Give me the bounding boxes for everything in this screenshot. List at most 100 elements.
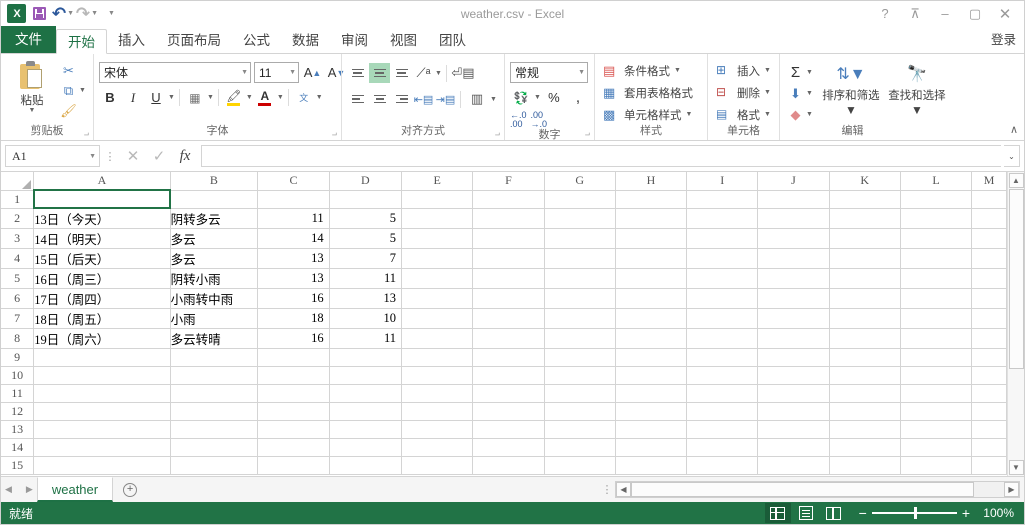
delete-cells-button[interactable]: ⊟ 删除 ▼ [713,82,774,103]
column-header-a[interactable]: A [33,172,171,191]
previous-sheet-button[interactable]: ◀ [5,484,12,495]
cell-J5[interactable] [757,268,830,289]
cell-C9[interactable] [257,348,330,367]
cell-J11[interactable] [757,384,830,403]
zoom-out-button[interactable]: − [859,506,867,520]
row-header-5[interactable]: 5 [1,268,35,289]
page-layout-view-button[interactable] [793,503,819,523]
cell-M6[interactable] [971,288,1007,309]
column-header-d[interactable]: D [329,172,403,191]
row-header-14[interactable]: 14 [1,438,35,457]
ribbon-display-options-button[interactable]: ⊼ [900,3,930,25]
scroll-right-button[interactable]: ▶ [1004,482,1019,497]
cell-L11[interactable] [900,384,973,403]
row-header-2[interactable]: 2 [1,208,35,229]
row-header-11[interactable]: 11 [1,384,35,403]
insert-cells-button[interactable]: ⊞ 插入 ▼ [713,60,774,81]
cell-B7[interactable]: 小雨 [170,308,259,329]
cell-E8[interactable] [401,328,474,349]
tab-formulas[interactable]: 公式 [232,28,281,53]
cell-I5[interactable] [686,268,759,289]
cell-L15[interactable] [900,456,973,475]
chevron-down-icon[interactable]: ▼ [207,94,214,101]
font-size-input[interactable]: 11 ▼ [254,62,299,83]
cell-E2[interactable] [401,208,474,229]
cell-I10[interactable] [686,366,759,385]
cell-I8[interactable] [686,328,759,349]
sort-filter-button[interactable]: ⇅▼ 排序和筛选 ▼ [821,61,881,117]
align-center-button[interactable] [369,89,390,109]
chevron-down-icon[interactable]: ▼ [168,94,175,101]
cell-B5[interactable]: 阴转小雨 [170,268,259,289]
cell-B3[interactable]: 多云 [170,228,259,249]
cell-A9[interactable] [33,348,171,367]
tab-team[interactable]: 团队 [428,28,477,53]
customize-qat-button[interactable]: ▼ [100,3,122,25]
cell-D9[interactable] [329,348,403,367]
cell-F4[interactable] [472,248,545,269]
cell-I2[interactable] [686,208,759,229]
zoom-level-label[interactable]: 100% [972,506,1014,520]
cell-M4[interactable] [971,248,1007,269]
cell-G11[interactable] [544,384,616,403]
insert-function-button[interactable]: fx [172,145,198,167]
number-dialog-launcher[interactable] [581,130,590,139]
comma-style-button[interactable]: , [567,87,589,108]
conditional-formatting-button[interactable]: ▤ 条件格式 ▼ [600,60,684,81]
cell-A11[interactable] [33,384,171,403]
cell-I12[interactable] [686,402,759,421]
format-painter-button[interactable]: 🖌 [58,101,88,120]
cell-J9[interactable] [757,348,830,367]
cell-L8[interactable] [900,328,973,349]
cell-K11[interactable] [829,384,901,403]
cell-D1[interactable] [329,190,403,209]
cell-M12[interactable] [971,402,1007,421]
cell-K15[interactable] [829,456,901,475]
alignment-dialog-launcher[interactable] [491,130,500,139]
zoom-in-button[interactable]: + [962,506,970,520]
sheet-tab-weather[interactable]: weather [36,477,114,502]
clipboard-dialog-launcher[interactable] [80,130,89,139]
row-header-13[interactable]: 13 [1,420,35,439]
cell-B9[interactable] [170,348,259,367]
cell-F8[interactable] [472,328,545,349]
cell-L10[interactable] [900,366,973,385]
cell-C2[interactable]: 11 [257,208,330,229]
cell-L5[interactable] [900,268,973,289]
minimize-button[interactable]: – [930,3,960,25]
cell-M2[interactable] [971,208,1007,229]
cell-M8[interactable] [971,328,1007,349]
cell-F5[interactable] [472,268,545,289]
decrease-decimal-button[interactable]: .00 →.0 [531,111,548,129]
copy-button[interactable]: ⧉ ▼ [58,81,88,100]
column-header-i[interactable]: I [686,172,759,191]
column-header-j[interactable]: J [757,172,830,191]
cell-E5[interactable] [401,268,474,289]
zoom-slider[interactable] [871,507,957,520]
cell-E12[interactable] [401,402,474,421]
scroll-down-button[interactable]: ▼ [1008,460,1024,475]
sign-in-button[interactable]: 登录 [991,29,1024,53]
cell-A4[interactable]: 15日（后天） [33,248,171,269]
cell-E13[interactable] [401,420,474,439]
fill-button[interactable]: ⬇ ▼ [785,84,815,103]
cell-A7[interactable]: 18日（周五） [33,308,171,329]
cell-I3[interactable] [686,228,759,249]
borders-button[interactable]: ▦ [184,87,206,108]
cell-I15[interactable] [686,456,759,475]
cell-H7[interactable] [615,308,688,329]
cell-G13[interactable] [544,420,616,439]
horizontal-scroll-thumb[interactable] [631,482,974,497]
zoom-control[interactable]: − + [859,506,970,520]
cell-M9[interactable] [971,348,1007,367]
cell-K14[interactable] [829,438,901,457]
cell-C13[interactable] [257,420,330,439]
cell-D13[interactable] [329,420,403,439]
cell-C7[interactable]: 18 [257,308,330,329]
help-button[interactable]: ? [870,3,900,25]
cell-A5[interactable]: 16日（周三） [33,268,171,289]
tab-file[interactable]: 文件 [1,26,56,53]
format-cells-button[interactable]: ▤ 格式 ▼ [713,104,774,125]
column-header-c[interactable]: C [257,172,330,191]
cell-A14[interactable] [33,438,171,457]
